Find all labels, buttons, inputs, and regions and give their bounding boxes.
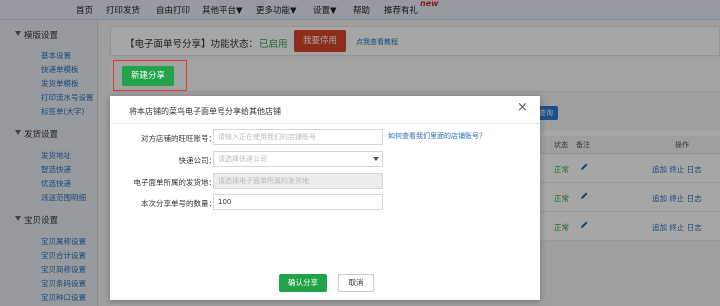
wangwang-account-input[interactable]: 请输入正在使用我们的店铺账号 — [213, 129, 383, 145]
express-company-select[interactable]: 请选择快递公司 — [213, 151, 383, 167]
close-icon[interactable]: × — [517, 101, 528, 114]
field-label-wangwang: 对方店铺的旺旺账号： — [141, 134, 216, 143]
field-label-quantity: 本次分享单号的数量： — [141, 199, 216, 208]
share-dialog: 将本店铺的菜鸟电子面单号分享给其他店铺 × 对方店铺的旺旺账号： 请输入正在使用… — [110, 96, 540, 300]
dialog-title: 将本店铺的菜鸟电子面单号分享给其他店铺 — [129, 107, 281, 116]
field-label-express: 快递公司： — [178, 156, 217, 165]
chevron-down-icon — [373, 157, 379, 161]
field-label-origin: 电子面单所属的发货地： — [133, 178, 217, 187]
dialog-divider — [110, 123, 540, 124]
confirm-share-button[interactable]: 确认分享 — [279, 274, 327, 292]
highlight-annotation-box — [113, 60, 187, 91]
ship-origin-select[interactable]: 请选择电子面单所属的发货地 — [213, 173, 383, 189]
cancel-button[interactable]: 取消 — [338, 274, 374, 292]
help-find-account-link[interactable]: 如何查看我们里面的店铺账号？ — [388, 131, 486, 141]
share-quantity-input[interactable]: 100 — [213, 194, 383, 210]
